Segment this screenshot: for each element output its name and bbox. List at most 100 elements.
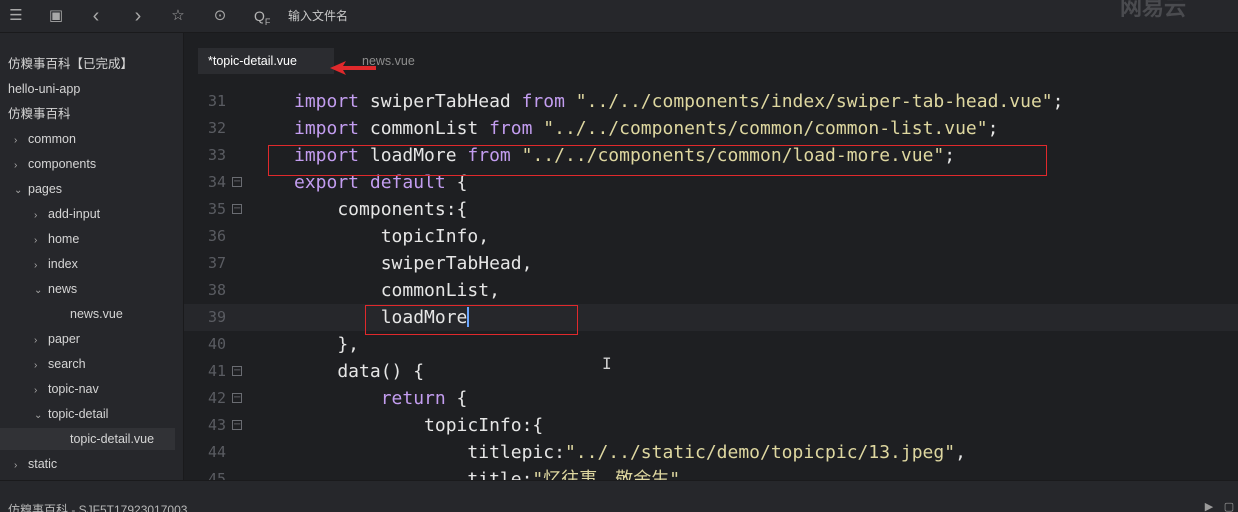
code-token: commonList	[359, 118, 490, 139]
file-search-input[interactable]	[288, 6, 588, 26]
code-text: import swiperTabHead from "../../compone…	[294, 88, 1063, 115]
chevron-down-icon[interactable]: ⌄	[14, 180, 28, 202]
line-number: 38	[207, 281, 226, 299]
highlight-box-import	[268, 145, 1047, 176]
highlight-box-loadmore	[365, 305, 578, 335]
chevron-right-icon[interactable]: ›	[14, 130, 28, 152]
code-token: :	[554, 442, 565, 463]
sidebar-item-folder-common[interactable]: › common	[0, 128, 175, 150]
sidebar-item-label: topic-nav	[48, 382, 99, 396]
sidebar-item-label: home	[48, 232, 80, 246]
code-text: },	[294, 331, 359, 358]
code-text: data() {	[294, 358, 424, 385]
chevron-right-icon[interactable]: ›	[14, 455, 28, 477]
code-line[interactable]: 36 topicInfo,	[184, 223, 1238, 250]
sidebar-item-folder-static[interactable]: › static	[0, 453, 175, 475]
chevron-right-icon[interactable]: ›	[34, 330, 48, 352]
sidebar-item-project-hello-uni-app[interactable]: hello-uni-app	[0, 78, 175, 100]
sidebar-item-label: paper	[48, 332, 80, 346]
notification-icon[interactable]: ▶	[1202, 501, 1216, 512]
sidebar-item-folder-search[interactable]: › search	[0, 353, 175, 375]
sidebar-item-folder-pages[interactable]: ⌄ pages	[0, 178, 175, 200]
sidebar-item-label: topic-detail	[48, 407, 109, 421]
sidebar-item-project-hello-done[interactable]: 仿糗事百科【已完成】	[0, 53, 175, 75]
back-icon[interactable]: ‹	[86, 6, 106, 26]
fold-toggle-icon[interactable]: −	[232, 204, 242, 214]
code-token: title	[294, 469, 522, 480]
code-line[interactable]: 38 commonList,	[184, 277, 1238, 304]
code-line[interactable]: 40 },	[184, 331, 1238, 358]
code-token: :	[521, 469, 533, 480]
code-line[interactable]: 43− topicInfo:{	[184, 412, 1238, 439]
code-token: swiperTabHead	[359, 91, 522, 112]
code-text: title:"忆往事，敬余生"	[294, 466, 680, 480]
chevron-right-icon[interactable]: ›	[34, 380, 48, 402]
fold-toggle-icon[interactable]: −	[232, 393, 242, 403]
line-number: 43	[207, 416, 226, 434]
code-line[interactable]: 37 swiperTabHead,	[184, 250, 1238, 277]
sidebar-item-project-qiushi[interactable]: 仿糗事百科	[0, 103, 175, 125]
sidebar-item-folder-add-input[interactable]: › add-input	[0, 203, 175, 225]
code-token: ,	[521, 253, 533, 274]
code-token: ,	[478, 226, 490, 247]
code-line[interactable]: 45 title:"忆往事，敬余生"	[184, 466, 1238, 480]
fold-toggle-icon[interactable]: −	[232, 366, 242, 376]
chevron-right-icon[interactable]: ›	[34, 205, 48, 227]
sidebar-item-file-topic-detail-vue[interactable]: topic-detail.vue	[0, 428, 175, 450]
tab-topic-detail[interactable]: *topic-detail.vue	[198, 48, 334, 74]
code-line[interactable]: 31 import swiperTabHead from "../../compo…	[184, 88, 1238, 115]
code-line[interactable]: 32 import commonList from "../../componen…	[184, 115, 1238, 142]
fold-toggle-icon[interactable]: −	[232, 177, 242, 187]
project-explorer: 仿糗事百科【已完成】 hello-uni-app 仿糗事百科 › common › comp…	[0, 33, 184, 480]
line-number: 31	[207, 92, 226, 110]
status-bar: 仿糗事百科 - SJF5T17923017003 ▶ ▢	[0, 480, 1238, 512]
code-text: return {	[294, 385, 468, 412]
sidebar-item-label: hello-uni-app	[8, 82, 81, 96]
code-line[interactable]: 39 loadMore	[184, 304, 1238, 331]
sidebar-item-folder-topic-detail[interactable]: ⌄ topic-detail	[0, 403, 175, 425]
code-token: import	[294, 118, 360, 139]
tab-label: *topic-detail.vue	[208, 54, 297, 68]
star-icon[interactable]: ☆	[168, 6, 188, 26]
chevron-right-icon[interactable]: ›	[14, 155, 28, 177]
sidebar-item-folder-index[interactable]: › index	[0, 253, 175, 275]
code-token: titlepic	[294, 442, 555, 463]
sidebar-item-folder-news[interactable]: ⌄ news	[0, 278, 175, 300]
code-editor[interactable]: 31 import swiperTabHead from "../../compo…	[184, 83, 1238, 480]
fold-toggle-icon[interactable]: −	[232, 420, 242, 430]
sidebar-item-file-news-vue[interactable]: news.vue	[0, 303, 175, 325]
sidebar-item-folder-home[interactable]: › home	[0, 228, 175, 250]
chevron-down-icon[interactable]: ⌄	[34, 405, 48, 427]
code-line[interactable]: 41− data() {	[184, 358, 1238, 385]
line-number: 37	[207, 254, 226, 272]
sidebar-item-label: components	[28, 157, 97, 171]
settings-icon[interactable]: ▢	[1222, 501, 1236, 512]
line-number: 33	[207, 146, 226, 164]
search-shortcut-sub: F	[264, 16, 271, 27]
toolbar: ☰ ▣ ‹ › ☆ ⊙ QF 网易云	[0, 0, 1238, 33]
save-icon[interactable]: ▣	[46, 6, 66, 26]
chevron-right-icon[interactable]: ›	[34, 255, 48, 277]
chevron-right-icon[interactable]: ›	[34, 230, 48, 252]
file-tree-icon[interactable]: ☰	[6, 6, 26, 26]
code-text: topicInfo,	[294, 223, 489, 250]
forward-icon[interactable]: ›	[128, 6, 148, 26]
code-line[interactable]: 35− components:{	[184, 196, 1238, 223]
sidebar-item-folder-paper[interactable]: › paper	[0, 328, 175, 350]
search-icon[interactable]: QF	[254, 6, 278, 27]
code-line[interactable]: 42− return {	[184, 385, 1238, 412]
chevron-right-icon[interactable]: ›	[34, 355, 48, 377]
code-token: "../../static/demo/topicpic/13.jpeg"	[564, 442, 956, 463]
run-icon[interactable]: ⊙	[210, 6, 230, 26]
code-token: ;	[1052, 91, 1064, 112]
sidebar-item-folder-components[interactable]: › components	[0, 153, 175, 175]
code-token: import	[294, 91, 360, 112]
code-token: swiperTabHead	[294, 253, 522, 274]
sidebar-item-folder-topic-nav[interactable]: › topic-nav	[0, 378, 175, 400]
sidebar-item-label: index	[48, 257, 78, 271]
code-token: "忆往事，敬余生"	[532, 469, 681, 480]
chevron-down-icon[interactable]: ⌄	[34, 280, 48, 302]
line-number: 45	[207, 470, 226, 480]
sidebar-item-label: search	[48, 357, 86, 371]
code-line[interactable]: 44 titlepic:"../../static/demo/topicpic/…	[184, 439, 1238, 466]
